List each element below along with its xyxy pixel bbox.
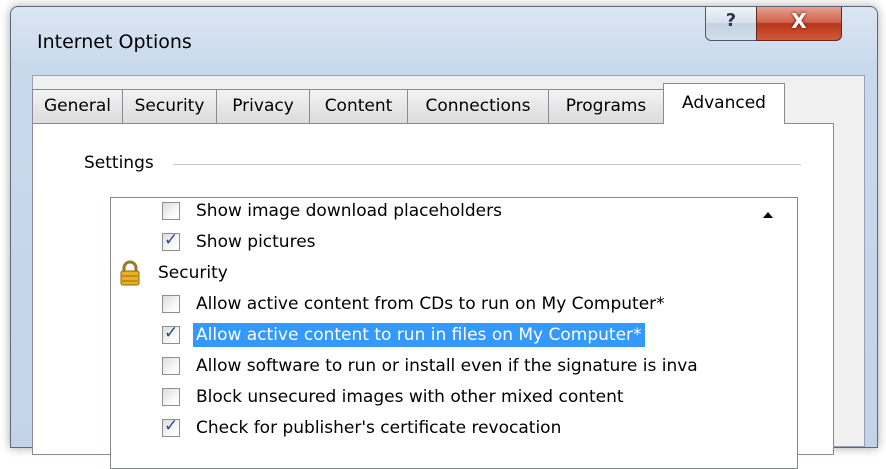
checkbox-label[interactable]: Show image download placeholders	[193, 199, 505, 223]
checkmark-icon: ✓	[164, 323, 179, 343]
tab-advanced[interactable]: Advanced	[663, 83, 785, 124]
help-button[interactable]: ?	[705, 7, 757, 41]
checkbox-label[interactable]: Allow active content to run in files on …	[193, 323, 645, 347]
checkbox-label[interactable]: Show pictures	[193, 230, 319, 254]
checkmark-icon: ✓	[164, 230, 179, 250]
help-icon: ?	[725, 10, 737, 31]
checkbox[interactable]	[162, 295, 180, 313]
group-divider	[173, 164, 801, 165]
checkbox-label[interactable]: Block unsecured images with other mixed …	[193, 385, 627, 409]
tab-security[interactable]: Security	[122, 89, 217, 123]
tab-label: General	[44, 96, 111, 116]
list-item[interactable]: Allow active content from CDs to run on …	[111, 291, 751, 321]
tab-content[interactable]: Content	[309, 89, 408, 123]
tab-label: Content	[324, 96, 393, 116]
checkbox[interactable]	[162, 202, 180, 220]
scroll-up-arrow-icon[interactable]	[763, 212, 773, 218]
checkbox-label[interactable]: Allow software to run or install even if…	[193, 354, 701, 378]
advanced-tab-panel: Settings Show image download placeholder…	[32, 123, 834, 469]
tab-label: Privacy	[232, 96, 294, 116]
list-item[interactable]: Show image download placeholders	[111, 198, 751, 228]
checkbox[interactable]: ✓	[162, 416, 180, 437]
tab-label: Security	[134, 96, 205, 116]
checkbox[interactable]: ✓	[162, 323, 180, 344]
tab-connections[interactable]: Connections	[407, 89, 549, 123]
list-item-selected[interactable]: ✓ Allow active content to run in files o…	[111, 322, 751, 352]
tab-label: Programs	[565, 96, 647, 116]
settings-tree-list[interactable]: Show image download placeholders ✓ Show …	[110, 197, 798, 469]
list-item[interactable]: Block unsecured images with other mixed …	[111, 384, 751, 414]
list-item[interactable]: ✓ Check for publisher's certificate revo…	[111, 415, 751, 445]
category-row: Security	[111, 260, 751, 290]
close-button[interactable]: X	[756, 7, 842, 41]
list-item[interactable]: ✓ Show pictures	[111, 229, 751, 259]
title-bar[interactable]: Internet Options ? X	[11, 7, 877, 75]
lock-icon	[120, 260, 140, 286]
checkbox[interactable]: ✓	[162, 230, 180, 251]
checkbox-label[interactable]: Check for publisher's certificate revoca…	[193, 416, 564, 440]
tab-general[interactable]: General	[32, 89, 123, 123]
checkbox[interactable]	[162, 357, 180, 375]
settings-group-label: Settings	[84, 153, 160, 173]
list-item[interactable]: Allow software to run or install even if…	[111, 353, 751, 383]
checkmark-icon: ✓	[164, 416, 179, 436]
category-label: Security	[158, 263, 228, 283]
tab-programs[interactable]: Programs	[548, 89, 664, 123]
tab-label: Connections	[425, 96, 531, 116]
checkbox[interactable]	[162, 388, 180, 406]
window-title: Internet Options	[37, 31, 192, 53]
close-icon: X	[791, 9, 807, 33]
tab-label: Advanced	[682, 93, 766, 113]
tab-privacy[interactable]: Privacy	[216, 89, 310, 123]
checkbox-label[interactable]: Allow active content from CDs to run on …	[193, 292, 668, 316]
